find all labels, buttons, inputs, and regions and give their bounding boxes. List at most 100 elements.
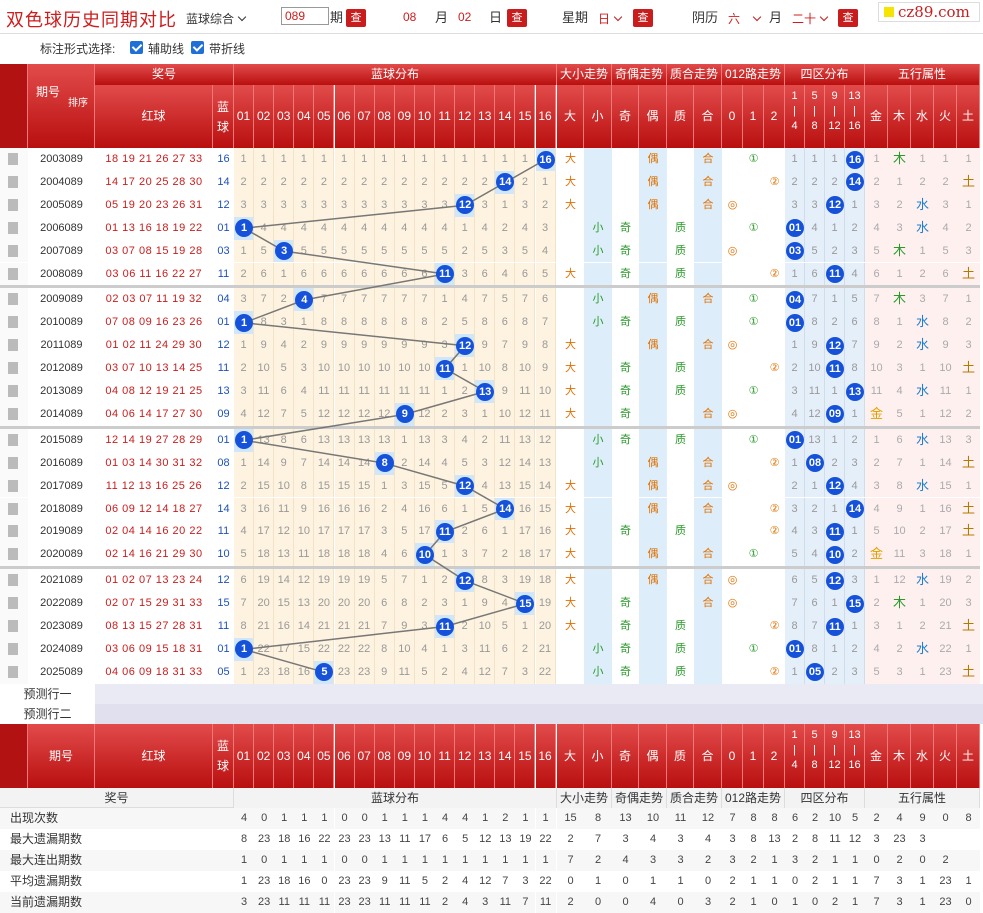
stat-label: 平均遗漏期数 xyxy=(0,870,234,892)
blue-dist-cell: 10 xyxy=(254,357,275,380)
blue-ball-cell: 16 xyxy=(217,153,230,165)
lunar-day-select[interactable]: 二十 xyxy=(792,10,829,27)
red-balls-cell: 08 13 15 27 28 31 xyxy=(105,620,203,632)
stat-value: 1 xyxy=(475,849,496,871)
blue-dist-cell: 5 xyxy=(414,239,435,263)
wuxing-cell: 1 xyxy=(911,239,934,263)
mode-select[interactable]: 蓝球综合 xyxy=(186,10,247,27)
zone-cell: 3 xyxy=(785,497,805,521)
zone-cell: 1 xyxy=(785,660,805,684)
query-date-button[interactable]: 查 xyxy=(507,9,527,27)
wuxing-col-2: 水 xyxy=(911,85,934,148)
month-select[interactable]: 08 xyxy=(403,10,416,24)
row-marker-icon xyxy=(8,407,18,420)
blue-dist-cell: 1 xyxy=(435,380,456,403)
query-issue-button[interactable]: 查 xyxy=(346,9,366,27)
red-balls-cell: 05 19 20 23 26 31 xyxy=(105,198,203,211)
lunar-month-select[interactable]: 六 xyxy=(728,10,762,27)
predict-row-label[interactable]: 预测行一 xyxy=(0,683,95,704)
blue-dist-col-bottom-14: 14 xyxy=(495,723,516,788)
even-cell: 偶 xyxy=(639,193,667,217)
wuxing-cell: 1 xyxy=(888,262,911,286)
day-select[interactable]: 02 xyxy=(458,10,471,24)
wuxing-cell: 土 xyxy=(957,357,980,380)
predict-row-label[interactable]: 预测行二 xyxy=(0,703,95,724)
blue-dist-cell: 3 xyxy=(414,193,435,217)
wuxing-cell: 土 xyxy=(957,497,980,521)
site-logo[interactable]: cz89.com xyxy=(878,2,980,22)
row-marker-icon xyxy=(8,665,18,678)
blue-ball-cell: 04 xyxy=(217,293,230,306)
stat-value: 12 xyxy=(475,870,496,892)
composite-cell: 合 xyxy=(694,402,722,426)
small-cell xyxy=(584,262,612,286)
blue-dist-cell: 10 xyxy=(394,357,415,380)
stat-value: 11 xyxy=(535,891,556,913)
blue-dist-cell: 4 xyxy=(274,334,295,358)
issue-input[interactable] xyxy=(281,7,329,25)
big-cell: 大 xyxy=(557,193,584,217)
big-cell: 大 xyxy=(557,474,584,498)
sort-toggle[interactable]: 排序 xyxy=(63,94,93,114)
red-balls-cell: 03 06 09 15 18 31 xyxy=(105,642,203,655)
blue-dist-cell: 9 xyxy=(535,357,556,380)
stat-value: 11 xyxy=(374,891,395,913)
route-cell-2 xyxy=(764,428,785,452)
blue-dist-cell: 16 xyxy=(274,615,295,638)
stat-label: 最大连出期数 xyxy=(0,849,234,871)
blue-dist-cell: 1 xyxy=(334,148,355,171)
even-cell xyxy=(639,239,667,263)
red-balls-cell: 01 03 14 30 31 32 xyxy=(105,456,203,469)
blue-dist-cell: 1 xyxy=(234,660,255,684)
query-lunar-button[interactable]: 查 xyxy=(838,9,858,27)
blue-dist-cell: 4 xyxy=(475,216,496,240)
wuxing-cell: 1 xyxy=(911,497,934,521)
blue-dist-col-bottom-11: 11 xyxy=(435,723,456,788)
wuxing-cell: 8 xyxy=(888,474,911,498)
composite-cell xyxy=(694,262,722,286)
blue-dist-cell: 2 xyxy=(515,170,536,194)
blue-dist-cell: 7 xyxy=(374,288,395,312)
query-weekday-button[interactable]: 查 xyxy=(633,9,653,27)
blue-dist-cell: 4 xyxy=(515,216,536,240)
prime-cell: 质 xyxy=(667,357,694,380)
route-cell-1: ① xyxy=(743,380,764,403)
route-cell-0: ◎ xyxy=(722,193,743,217)
blue-dist-cell: 3 xyxy=(515,660,536,684)
stat-value: 12 xyxy=(694,807,722,829)
blue-dist-cell: 6 xyxy=(254,262,275,286)
wuxing-cell: 2 xyxy=(957,311,980,335)
blue-dist-cell: 3 xyxy=(435,334,456,358)
wuxing-cell: 11 xyxy=(888,543,911,567)
blue-dist-cell: 18 xyxy=(515,543,536,567)
issue-cell: 2025089 xyxy=(40,665,83,678)
blue-dist-cell: 6 xyxy=(435,497,456,521)
zone-cell: 2 xyxy=(805,170,825,194)
weekday-select[interactable]: 日 xyxy=(598,10,623,27)
blue-dist-cell: 3 xyxy=(394,193,415,217)
blue-dist-cell: 1 xyxy=(435,288,456,312)
even-cell xyxy=(639,660,667,684)
wuxing-cell: 2 xyxy=(865,451,888,475)
composite-cell xyxy=(694,357,722,380)
stat-value: 1 xyxy=(785,891,805,913)
row-marker-icon xyxy=(8,339,18,352)
stat-value: 1 xyxy=(743,870,764,892)
zone-col-bottom-2: 5 | 8 xyxy=(805,723,825,788)
wuxing-cell: 木 xyxy=(888,148,911,171)
zone-cell: 3 xyxy=(845,239,865,263)
blue-dist-cell: 3 xyxy=(455,637,476,661)
stat-value: 3 xyxy=(888,870,911,892)
blue-dist-cell: 5 xyxy=(414,660,435,684)
wuxing-cell: 1 xyxy=(865,428,888,452)
blue-dist-cell: 1 xyxy=(314,148,335,171)
blue-dist-cell: 10 xyxy=(374,357,395,380)
blue-dist-cell: 22 xyxy=(334,637,355,661)
route-cell-0: ◎ xyxy=(722,569,743,593)
blue-dist-cell: 2 xyxy=(274,170,295,194)
blue-dist-cell: 19 xyxy=(314,569,335,593)
blue-dist-cell: 2 xyxy=(394,451,415,475)
aux-line-checkbox[interactable] xyxy=(130,41,143,54)
blue-dist-cell: 13 xyxy=(374,428,395,452)
polyline-checkbox[interactable] xyxy=(191,41,204,54)
